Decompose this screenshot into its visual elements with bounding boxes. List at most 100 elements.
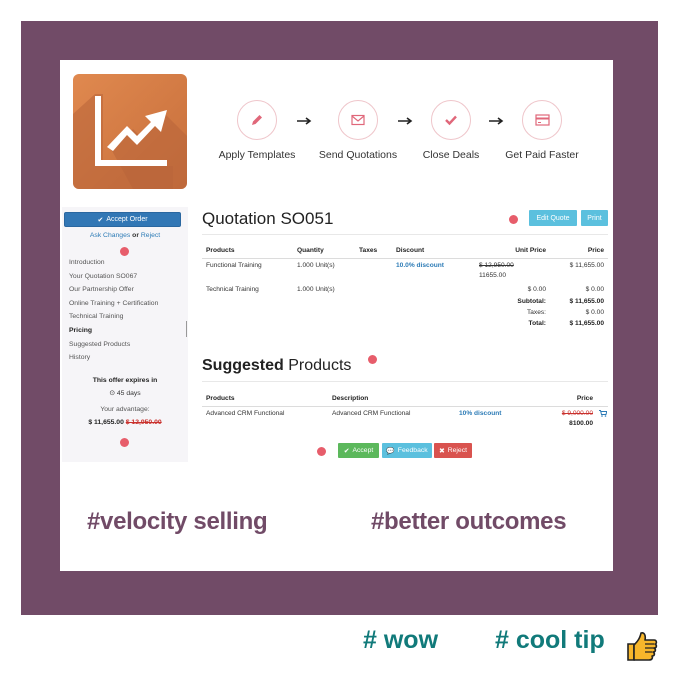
hashtag-velocity-selling: #velocity selling (87, 508, 268, 535)
cell-description: Advanced CRM Functional (332, 409, 411, 417)
cell-unit-price: $ 12,950.00 11655.00 (475, 258, 550, 283)
price-new: 8100.00 (569, 419, 593, 427)
table-row: Advanced CRM Functional Advanced CRM Fun… (202, 406, 608, 431)
sidebar-item-partnership-offer[interactable]: Our Partnership Offer (69, 283, 187, 297)
col-products: Products (202, 391, 328, 407)
step-get-paid-faster: Get Paid Faster (487, 100, 597, 161)
marker-dot (368, 355, 377, 364)
cell-unit-price: $ 0.00 (527, 285, 546, 293)
hashtag-better-outcomes: #better outcomes (371, 508, 567, 535)
edit-quote-button[interactable]: Edit Quote (529, 210, 577, 226)
reject-button[interactable]: ✖ Reject (434, 443, 472, 458)
sidebar-item-pricing[interactable]: Pricing (69, 324, 187, 338)
step-label: Get Paid Faster (505, 149, 579, 161)
pencil-icon (237, 100, 277, 140)
col-discount (455, 391, 553, 407)
taxes-label: Taxes: (526, 308, 546, 316)
totals-row-taxes: Taxes: $ 0.00 (202, 309, 608, 320)
cell-discount (392, 283, 475, 297)
total-label: Total: (528, 319, 546, 327)
col-discount: Discount (392, 243, 475, 259)
suggested-products-table: Products Description Price Advanced CRM … (202, 391, 608, 431)
cell-quantity: 1.000 Unit(s) (297, 261, 335, 269)
marker-dot (317, 447, 326, 456)
unit-price-old: $ 12,950.00 (479, 261, 514, 269)
col-unit-price: Unit Price (475, 243, 550, 259)
checkmark-icon (431, 100, 471, 140)
print-button[interactable]: Print (581, 210, 608, 226)
advantage-new: $ 11,655.00 (88, 419, 124, 426)
sidebar-item-introduction[interactable]: Introduction (69, 256, 187, 270)
credit-card-icon (522, 100, 562, 140)
cell-discount: 10% discount (459, 409, 502, 417)
cell-taxes (355, 258, 392, 283)
expires-title: This offer expires in (92, 377, 158, 384)
sales-chart-icon (73, 74, 187, 189)
cell-taxes (355, 283, 392, 297)
clock-icon: ⊙ (109, 390, 115, 397)
accept-order-button[interactable]: ✔ Accept Order (64, 212, 181, 227)
col-description: Description (328, 391, 455, 407)
col-taxes: Taxes (355, 243, 392, 259)
col-products: Products (202, 243, 293, 259)
title-bold: Suggested (202, 357, 284, 374)
footer-tag-cool-tip: # cool tip (495, 626, 605, 654)
offer-expiry-panel: This offer expires in ⊙ 45 days Your adv… (62, 377, 188, 426)
divider (202, 381, 608, 382)
col-price: Price (553, 391, 593, 407)
ask-changes-line: Ask Changes or Reject (62, 232, 188, 239)
advantage-old: $ 12,950.00 (125, 419, 162, 426)
cell-price: $ 9,000.00 8100.00 (553, 406, 593, 431)
envelope-icon (338, 100, 378, 140)
nav-scrollbar[interactable] (186, 321, 187, 337)
cart-icon[interactable] (593, 406, 608, 431)
advantage-amount: $ 11,655.00 $ 12,950.00 (62, 419, 188, 426)
reject-link[interactable]: Reject (141, 232, 160, 239)
check-icon: ✔ (97, 216, 104, 224)
subtotal-label: Subtotal: (517, 297, 546, 305)
sidebar-item-online-training[interactable]: Online Training + Certification (69, 297, 187, 311)
title-rest: Products (288, 357, 352, 374)
cell-discount: 10.0% discount (396, 261, 445, 269)
check-icon: ✔ (343, 447, 350, 455)
sidebar-item-technical-training[interactable]: Technical Training (69, 310, 187, 324)
price-old: $ 9,000.00 (561, 409, 593, 417)
sidebar-item-history[interactable]: History (69, 351, 187, 365)
accept-label: Accept (352, 447, 374, 454)
expires-days: ⊙ 45 days (62, 389, 188, 397)
expires-days-value: 45 days (116, 390, 141, 397)
thumbs-up-icon (627, 632, 658, 661)
cell-price: $ 0.00 (585, 285, 604, 293)
table-header: Products Description Price (202, 391, 608, 407)
accept-button[interactable]: ✔ Accept (338, 443, 379, 458)
close-icon: ✖ (439, 447, 445, 455)
page-title: Quotation SO051 (202, 209, 333, 229)
marker-dot (120, 438, 129, 447)
totals-row-total: Total: $ 11,655.00 (202, 320, 608, 331)
cell-product: Advanced CRM Functional (206, 409, 285, 417)
reject-label: Reject (447, 447, 467, 454)
table-row: Technical Training 1.000 Unit(s) $ 0.00 … (202, 283, 608, 297)
unit-price-new: 11655.00 (479, 271, 507, 279)
cell-price: $ 11,655.00 (569, 261, 604, 269)
totals-row-subtotal: Subtotal: $ 11,655.00 (202, 297, 608, 309)
total-value: $ 11,655.00 (569, 319, 604, 327)
marker-dot (509, 215, 518, 224)
step-label: Apply Templates (218, 149, 296, 161)
accept-order-label: Accept Order (106, 216, 148, 223)
sidebar-item-your-quotation[interactable]: Your Quotation SO067 (69, 270, 187, 284)
divider (202, 234, 608, 235)
ask-changes-link[interactable]: Ask Changes (90, 232, 130, 239)
table-header: Products Quantity Taxes Discount Unit Pr… (202, 243, 608, 259)
sidebar-item-suggested-products[interactable]: Suggested Products (69, 338, 187, 352)
feedback-label: Feedback (397, 447, 428, 454)
quotation-number: SO051 (280, 209, 334, 228)
cell-quantity: 1.000 Unit(s) (297, 285, 335, 293)
cell-product: Technical Training (206, 285, 259, 293)
feedback-button[interactable]: 💬 Feedback (382, 443, 432, 458)
marker-dot (120, 247, 129, 256)
table-row: Functional Training 1.000 Unit(s) 10.0% … (202, 258, 608, 283)
suggested-products-title: Suggested Products (202, 357, 351, 375)
subtotal-value: $ 11,655.00 (569, 297, 604, 305)
step-apply-templates: Apply Templates (202, 100, 312, 161)
